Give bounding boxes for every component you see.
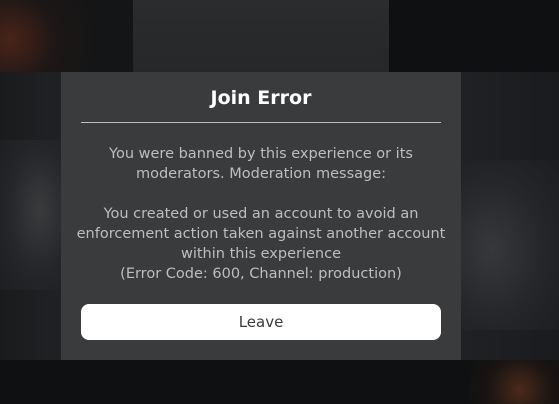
background-scene-left-shape xyxy=(0,140,61,290)
dialog-title: Join Error xyxy=(210,87,312,109)
dialog-divider xyxy=(81,122,441,123)
background-scene-top-left xyxy=(0,0,133,72)
background-scene-right-shape xyxy=(461,160,559,330)
leave-button[interactable]: Leave xyxy=(81,304,441,340)
background-scene-panel xyxy=(133,0,389,72)
message-line: You were banned by this experience or it… xyxy=(109,146,413,162)
detail-line: enforcement action taken against another… xyxy=(76,226,446,242)
game-background: Join Error You were banned by this exper… xyxy=(0,0,559,404)
error-code-line: (Error Code: 600, Channel: production) xyxy=(120,266,402,282)
message-spacer xyxy=(75,184,447,204)
detail-line: You created or used an account to avoid … xyxy=(103,206,419,222)
detail-line: within this experience xyxy=(180,246,342,262)
message-line: moderators. Moderation message: xyxy=(135,166,387,182)
background-scene-top-right xyxy=(389,0,559,72)
join-error-dialog: Join Error You were banned by this exper… xyxy=(61,72,461,360)
dialog-message: You were banned by this experience or it… xyxy=(75,144,447,284)
background-scene-bottom-glow xyxy=(470,360,559,404)
